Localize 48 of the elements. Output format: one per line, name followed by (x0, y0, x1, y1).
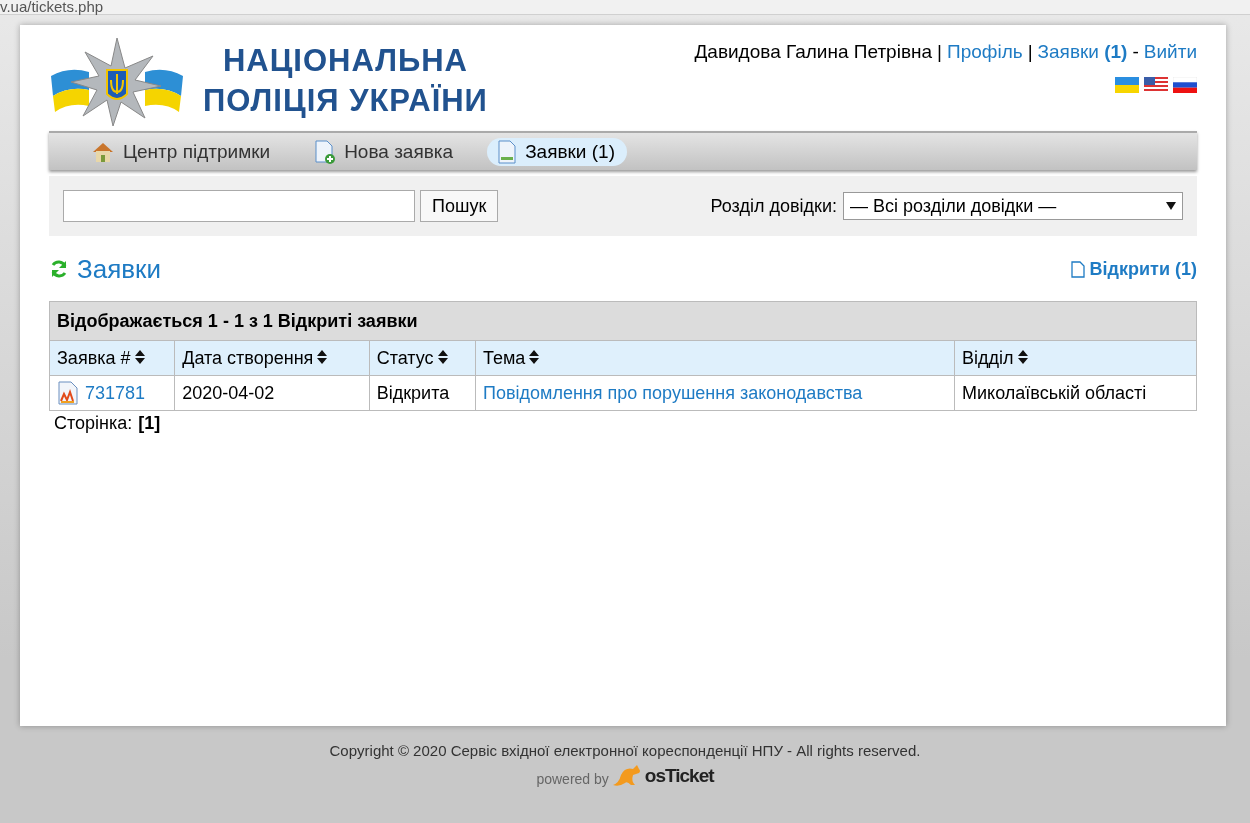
page-number[interactable]: [1] (138, 413, 161, 434)
logout-link[interactable]: Вийти (1143, 41, 1197, 63)
user-name: Давидова Галина Петрівна (694, 41, 933, 63)
table-cell: Миколаївській області (954, 375, 1197, 411)
dash: - (1132, 41, 1139, 63)
sort-icon[interactable] (1017, 349, 1028, 364)
police-star-logo-icon (49, 36, 185, 126)
separator: | (937, 41, 942, 63)
search-field[interactable] (63, 190, 415, 222)
column-header[interactable]: Заявка # (49, 340, 175, 376)
document-chart-icon (57, 381, 79, 405)
copyright-text: Copyright © 2020 Сервіс вхідної електронної кореспонденції НПУ - All rights reserved. (328, 742, 922, 759)
refresh-icon[interactable] (49, 259, 69, 279)
ticket-number-link[interactable]: 731781 (85, 382, 146, 404)
search-button[interactable]: Пошук (420, 190, 499, 222)
topic-dropdown[interactable]: — Всі розділи довідки — (843, 192, 1183, 220)
sort-icon[interactable] (134, 349, 145, 364)
nav-tab[interactable]: Нова заявка (304, 137, 466, 166)
profile-link[interactable]: Профіль (947, 41, 1023, 63)
open-tickets-link[interactable]: Відкрити (1) (1070, 258, 1197, 280)
osticket-logo-text[interactable]: osTicket (644, 765, 714, 787)
house-icon (91, 140, 115, 163)
tickets-heading[interactable]: Заявки (77, 253, 161, 285)
sort-icon[interactable] (437, 349, 448, 364)
pagination-label: Сторінка: (54, 413, 133, 434)
column-header[interactable]: Тема (475, 340, 955, 376)
separator: | (1027, 41, 1033, 63)
topic-label: Розділ довідки: (710, 195, 837, 217)
sort-icon[interactable] (529, 349, 540, 364)
nav-tab[interactable]: Заявки (1) (487, 137, 627, 166)
table-cell: Відкрита (369, 375, 476, 411)
column-header[interactable]: Статус (369, 340, 476, 376)
tickets-link[interactable]: Заявки (1) (1037, 41, 1128, 63)
column-header[interactable]: Відділ (954, 340, 1197, 376)
sort-icon[interactable] (317, 349, 328, 364)
address-bar[interactable]: v.ua/tickets.php (0, 0, 1250, 15)
usa-flag-icon[interactable] (1144, 77, 1168, 93)
logo-title: НАЦІОНАЛЬНА ПОЛІЦІЯ УКРАЇНИ (203, 42, 488, 120)
document-plus-icon (314, 139, 337, 164)
table-cell: 2020-04-02 (174, 375, 370, 411)
nav-tab[interactable]: Центр підтримки (81, 138, 283, 165)
russia-flag-icon[interactable] (1173, 77, 1197, 93)
table-caption: Відображається 1 - 1 з 1 Відкриті заявки (49, 301, 1197, 341)
dropdown-caret-icon (1166, 202, 1176, 210)
file-icon (1070, 260, 1085, 278)
document-icon (497, 139, 518, 164)
powered-by-text: powered by (536, 771, 609, 787)
column-header[interactable]: Дата створення (174, 340, 370, 376)
